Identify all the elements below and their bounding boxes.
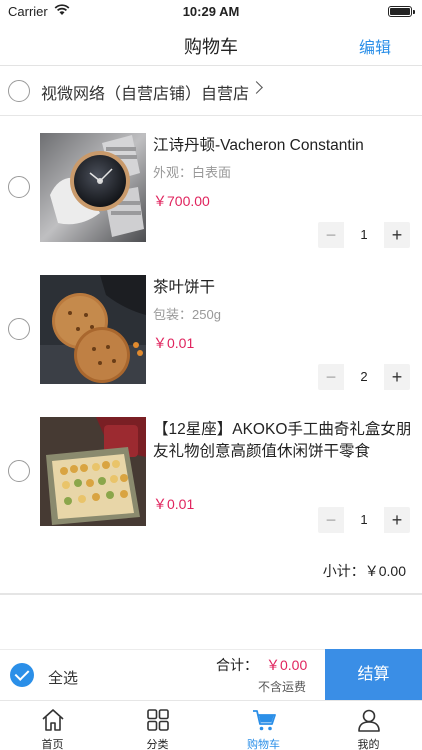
item-name[interactable]: 茶叶饼干 [153, 277, 415, 299]
cart-item: 江诗丹顿-Vacheron Constantin 外观：白表面 ￥700.00 … [0, 117, 422, 259]
store-header[interactable]: 视微网络（自营店铺）自营店 [0, 66, 422, 116]
item-select-radio[interactable] [8, 460, 30, 482]
profile-icon [358, 709, 380, 732]
home-icon [42, 709, 64, 731]
clock: 10:29 AM [182, 4, 240, 19]
quantity-stepper[interactable]: − 1 + [318, 507, 410, 533]
store-subtotal: 小计：￥0.00 [323, 561, 406, 581]
quantity-input[interactable]: 2 [344, 364, 384, 390]
increase-button[interactable]: + [384, 364, 410, 390]
quantity-stepper[interactable]: − 2 + [318, 364, 410, 390]
cart-icon [253, 710, 276, 731]
item-select-radio[interactable] [8, 176, 30, 198]
item-name[interactable]: 【12星座】AKOKO手工曲奇礼盒女朋友礼物创意高颜值休闲饼干零食 [153, 419, 415, 463]
item-spec: 外观：白表面 [153, 165, 232, 180]
item-price: ￥0.01 [153, 496, 195, 512]
tab-bar: 首页 分类 购物车 我的 [0, 700, 422, 750]
decrease-button[interactable]: − [318, 222, 344, 248]
subtotal-value: ￥0.00 [364, 563, 406, 579]
navigation-bar: 购物车 编辑 [0, 22, 422, 66]
decrease-button[interactable]: − [318, 364, 344, 390]
select-all-checkbox[interactable] [10, 663, 34, 687]
section-divider [0, 593, 422, 595]
watch-photo[interactable] [40, 133, 146, 242]
tab-label: 分类 [146, 739, 169, 750]
category-icon [147, 709, 169, 731]
status-bar: Carrier 10:29 AM [0, 0, 422, 22]
item-spec: 包装：250g [153, 307, 221, 322]
quantity-input[interactable]: 1 [344, 222, 384, 248]
checkout-button[interactable]: 结算 [325, 649, 422, 701]
item-price: ￥0.01 [153, 335, 195, 351]
tab-category[interactable]: 分类 [105, 701, 210, 750]
cart-item: 茶叶饼干 包装：250g ￥0.01 − 2 + [0, 259, 422, 401]
item-name[interactable]: 江诗丹顿-Vacheron Constantin [153, 135, 415, 157]
cart-item: 【12星座】AKOKO手工曲奇礼盒女朋友礼物创意高颜值休闲饼干零食 ￥0.01 … [0, 401, 422, 543]
tab-profile[interactable]: 我的 [316, 701, 421, 750]
quantity-input[interactable]: 1 [344, 507, 384, 533]
tab-home[interactable]: 首页 [0, 701, 105, 750]
total-value: ￥0.00 [266, 657, 308, 673]
tea-cookie-photo[interactable] [40, 275, 146, 384]
increase-button[interactable]: + [384, 222, 410, 248]
increase-button[interactable]: + [384, 507, 410, 533]
tab-cart[interactable]: 购物车 [211, 701, 316, 750]
shipping-note: 不含运费 [258, 680, 307, 694]
cookie-gift-box-photo[interactable] [40, 417, 146, 526]
chevron-right-icon[interactable] [250, 81, 263, 94]
subtotal-label: 小计： [322, 563, 365, 579]
tab-label: 我的 [357, 739, 380, 750]
quantity-stepper[interactable]: − 1 + [318, 222, 410, 248]
edit-button[interactable]: 编辑 [359, 34, 391, 58]
tab-label: 首页 [41, 739, 64, 750]
store-name[interactable]: 视微网络（自营店铺）自营店 [41, 80, 249, 104]
decrease-button[interactable]: − [318, 507, 344, 533]
item-price: ￥700.00 [153, 193, 210, 209]
item-select-radio[interactable] [8, 318, 30, 340]
checkout-bar: 全选 合计： ￥0.00 不含运费 结算 [0, 649, 422, 701]
store-select-radio[interactable] [8, 80, 30, 102]
select-all-label[interactable]: 全选 [48, 667, 78, 688]
total-label: 合计： [216, 657, 258, 673]
battery-icon [388, 6, 415, 17]
tab-label: 购物车 [247, 739, 280, 750]
